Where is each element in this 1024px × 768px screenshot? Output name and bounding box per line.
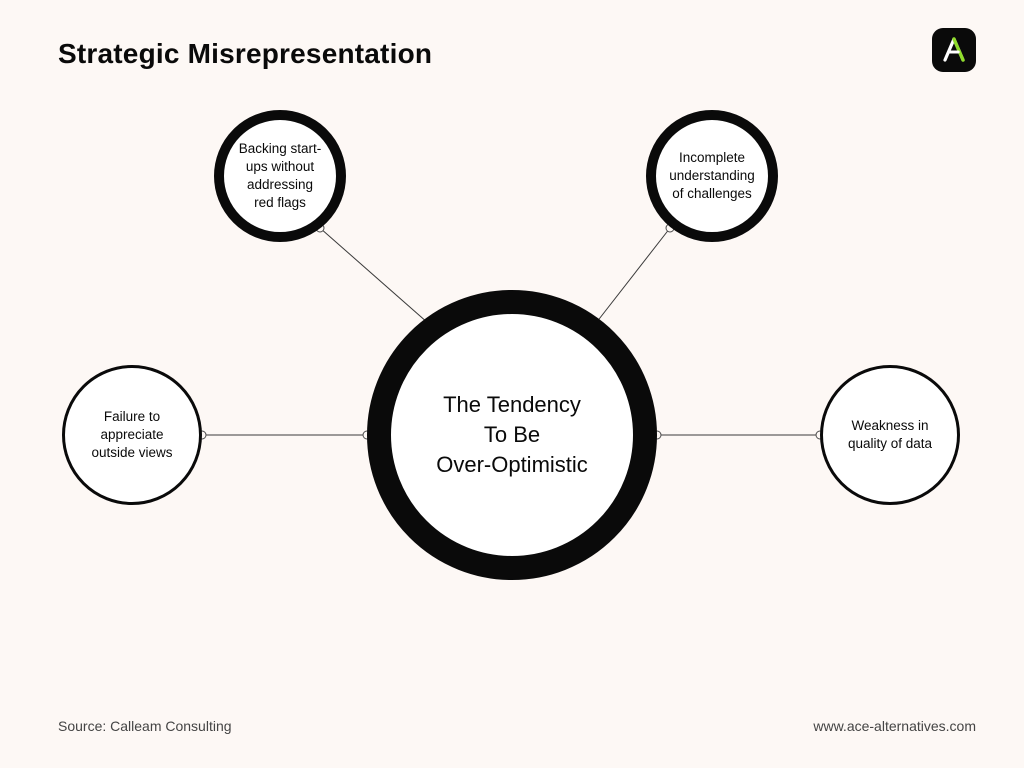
center-line: The Tendency xyxy=(443,392,581,417)
center-node-text: The Tendency To Be Over-Optimistic xyxy=(424,390,600,479)
brand-logo xyxy=(932,28,976,72)
diagram-stage: Strategic Misrepresentation The T xyxy=(0,0,1024,768)
page-title: Strategic Misrepresentation xyxy=(58,38,432,70)
node-incomplete-understanding: Incomplete understanding of challenges xyxy=(646,110,778,242)
node-backing-startups: Backing start-ups without addressing red… xyxy=(214,110,346,242)
center-node: The Tendency To Be Over-Optimistic xyxy=(367,290,657,580)
center-line: To Be xyxy=(484,422,540,447)
footer-url: www.ace-alternatives.com xyxy=(813,718,976,734)
node-weak-data: Weakness in quality of data xyxy=(820,365,960,505)
footer-source: Source: Calleam Consulting xyxy=(58,718,232,734)
node-outside-views: Failure to appreciate outside views xyxy=(62,365,202,505)
logo-a-icon xyxy=(939,35,969,65)
node-label: Failure to appreciate outside views xyxy=(65,408,199,463)
node-label: Incomplete understanding of challenges xyxy=(656,149,768,204)
node-label: Weakness in quality of data xyxy=(823,417,957,453)
node-label: Backing start-ups without addressing red… xyxy=(224,140,336,213)
center-line: Over-Optimistic xyxy=(436,452,588,477)
